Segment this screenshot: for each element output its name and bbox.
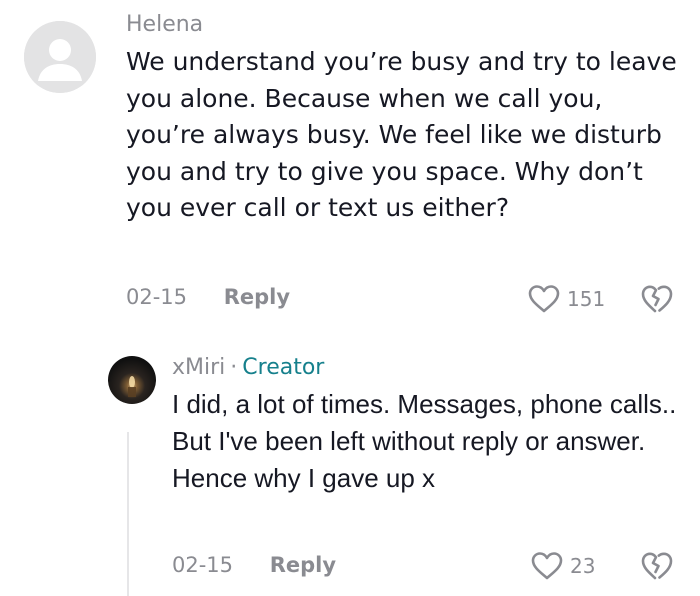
reply-username[interactable]: xMiri [172,355,225,380]
default-avatar-icon[interactable] [24,21,96,93]
comment-date: 02-15 [126,285,188,309]
comment-username: xMiri · Creator [172,357,324,379]
candle-flame-icon [128,376,136,397]
person-silhouette-icon [24,21,96,93]
dislike-button[interactable] [640,284,674,318]
reply-button[interactable]: Reply [224,285,290,309]
like-count: 151 [567,287,606,311]
comment-meta: 02-15 Reply [126,287,290,308]
heart-icon [528,285,560,313]
separator-dot: · [230,355,238,380]
comment-username[interactable]: Helena [126,14,203,36]
broken-heart-icon [641,552,673,580]
heart-icon [531,552,563,580]
comment-text: I did, a lot of times. Messages, phone c… [172,389,677,493]
comment-date: 02-15 [172,553,234,577]
like-button[interactable]: 23 [530,551,595,581]
comment-text: We understand you’re busy and try to lea… [126,47,677,222]
reply-thread-line [127,432,129,596]
broken-heart-icon [641,285,673,313]
dislike-button[interactable] [640,551,674,585]
comment-meta: 02-15 Reply [172,555,336,576]
reply-button[interactable]: Reply [270,553,336,577]
candle-photo-avatar[interactable] [108,356,156,404]
like-count: 23 [570,554,596,578]
like-button[interactable]: 151 [527,284,605,314]
creator-badge: Creator [242,355,325,380]
